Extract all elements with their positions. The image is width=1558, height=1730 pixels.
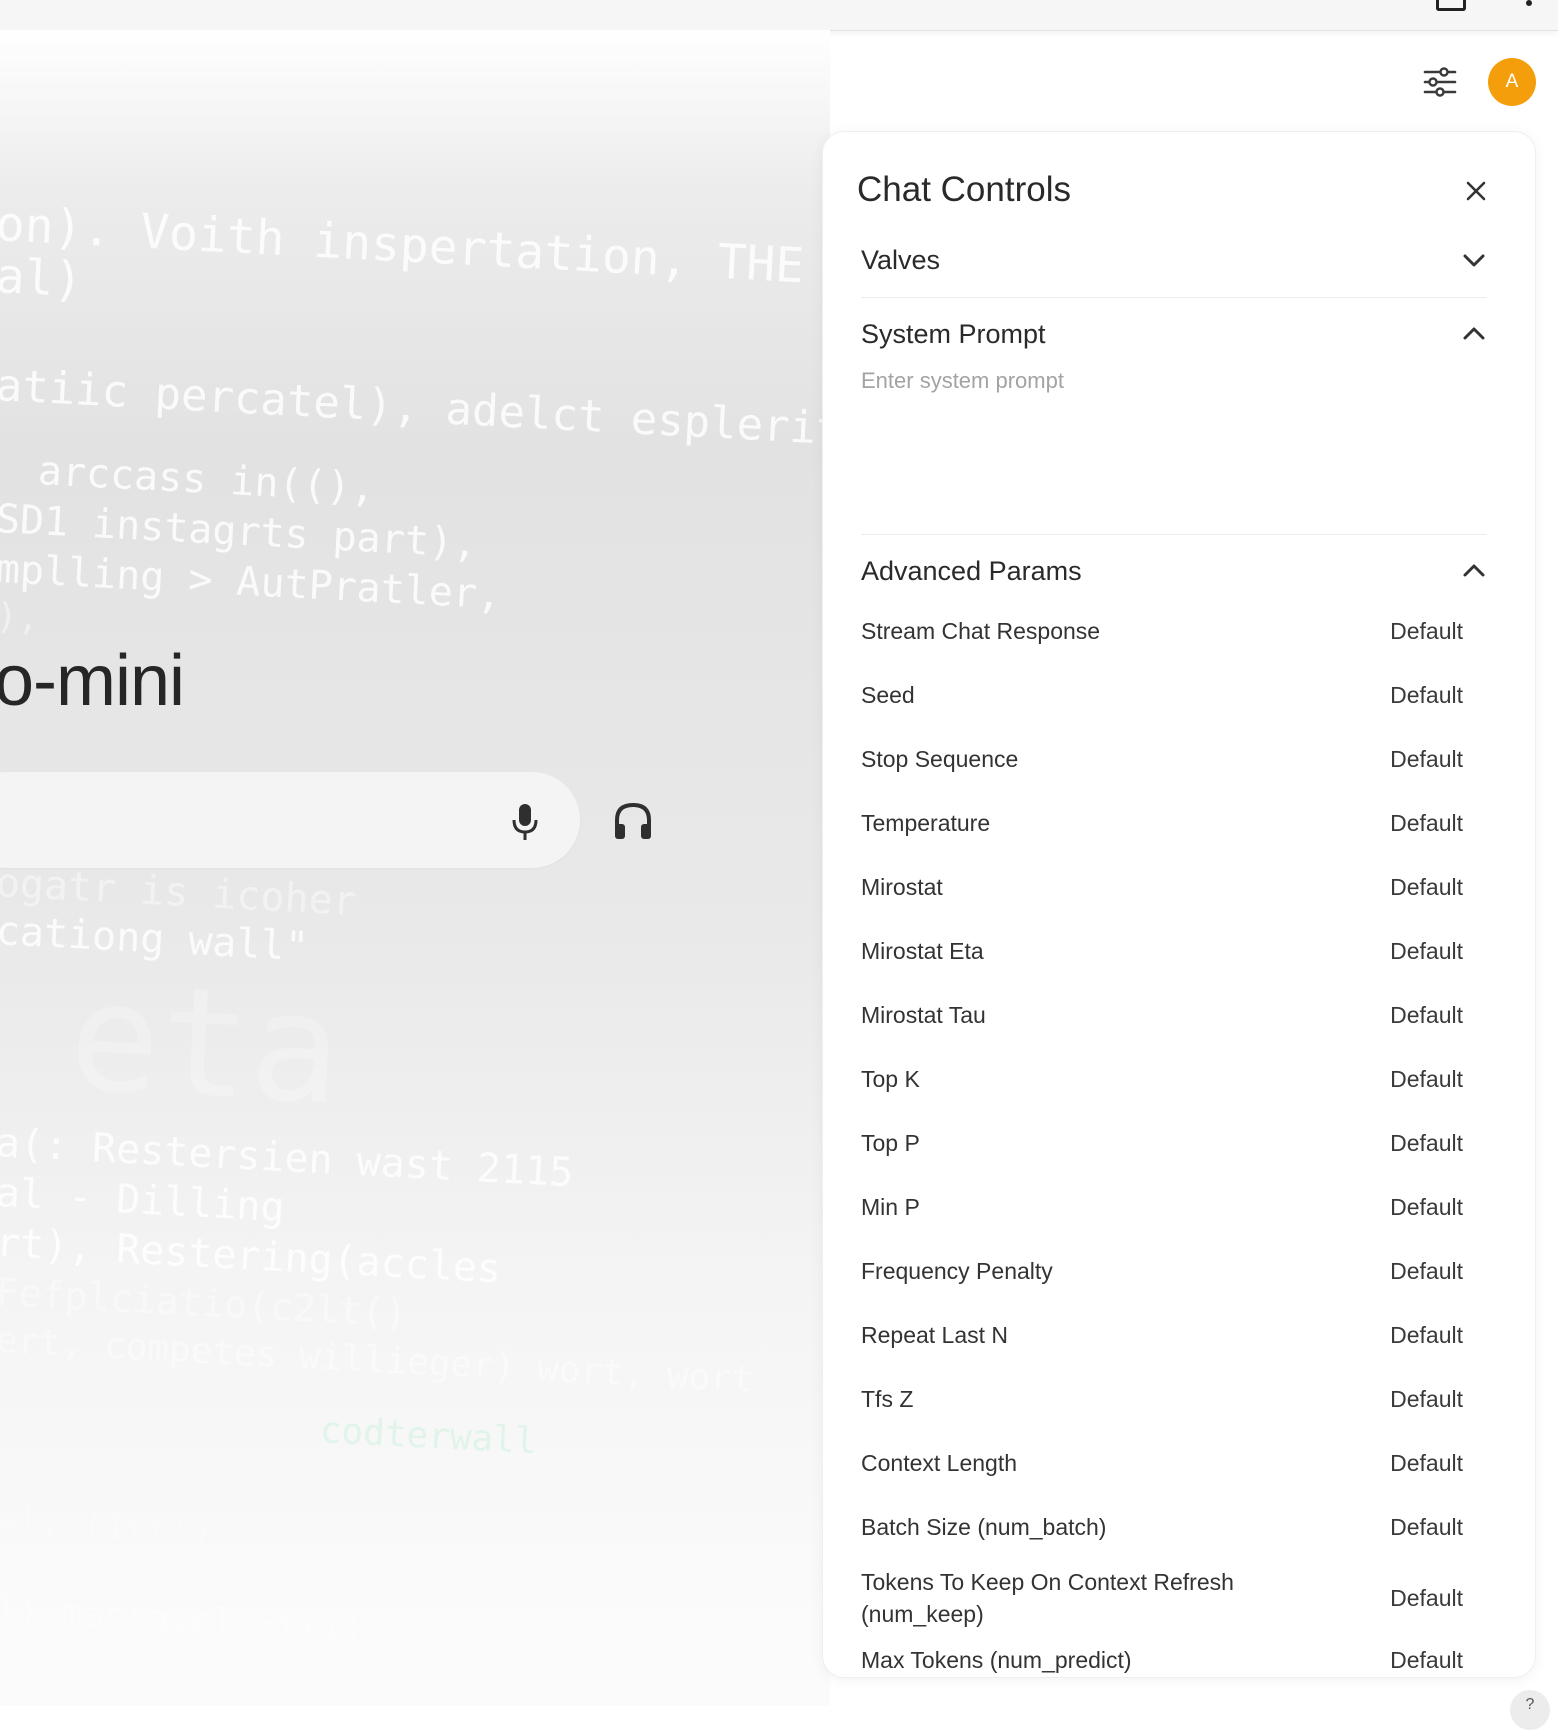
param-value-toggle[interactable]: Default bbox=[1390, 1386, 1487, 1413]
param-value-toggle[interactable]: Default bbox=[1390, 1130, 1487, 1157]
param-label: Repeat Last N bbox=[861, 1322, 1009, 1348]
chevron-up-icon bbox=[1463, 327, 1485, 340]
param-label: Stream Chat Response bbox=[861, 618, 1101, 644]
top-strip bbox=[0, 0, 1558, 31]
param-label: Tfs Z bbox=[861, 1386, 914, 1412]
param-value-toggle[interactable]: Default bbox=[1390, 810, 1487, 837]
param-row: Max Tokens (num_predict) Default bbox=[861, 1644, 1487, 1676]
param-label: Mirostat bbox=[861, 874, 943, 900]
more-icon[interactable] bbox=[1526, 0, 1532, 6]
param-row: Mirostat Default bbox=[861, 871, 1487, 903]
param-label: Batch Size (num_batch) bbox=[861, 1514, 1107, 1540]
param-value-toggle[interactable]: Default bbox=[1390, 1585, 1487, 1612]
param-value-toggle[interactable]: Default bbox=[1390, 1194, 1487, 1221]
param-label: Stop Sequence bbox=[861, 746, 1019, 772]
code-line: l) masratel Stri) bbox=[0, 1590, 366, 1651]
param-row: Tfs Z Default bbox=[861, 1383, 1487, 1415]
param-row: Seed Default bbox=[861, 679, 1487, 711]
help-label: ? bbox=[1525, 1696, 1535, 1713]
close-icon[interactable] bbox=[1463, 178, 1489, 204]
param-value-toggle[interactable]: Default bbox=[1390, 1514, 1487, 1541]
param-value-toggle[interactable]: Default bbox=[1390, 1647, 1487, 1674]
microphone-icon[interactable] bbox=[510, 802, 540, 842]
param-row: Stop Sequence Default bbox=[861, 743, 1487, 775]
avatar-initial: A bbox=[1505, 71, 1519, 92]
param-label: Mirostat Eta bbox=[861, 938, 984, 964]
valves-section-toggle[interactable]: Valves bbox=[861, 240, 1487, 280]
param-label: Mirostat Tau bbox=[861, 1002, 986, 1028]
param-row: Mirostat Eta Default bbox=[861, 935, 1487, 967]
panel-title: Chat Controls bbox=[857, 170, 1071, 209]
background-code-area: on). Voith inspertation, THE fuel /BIL a… bbox=[0, 30, 830, 1706]
param-label: Top K bbox=[861, 1066, 920, 1092]
param-row: Frequency Penalty Default bbox=[861, 1255, 1487, 1287]
param-value-toggle[interactable]: Default bbox=[1390, 746, 1487, 773]
user-avatar[interactable]: A bbox=[1488, 58, 1536, 106]
param-row: Context Length Default bbox=[861, 1447, 1487, 1479]
code-line: aly-(1ttl) bbox=[0, 1500, 214, 1553]
param-label: Top P bbox=[861, 1130, 920, 1156]
help-button[interactable]: ? bbox=[1510, 1690, 1550, 1730]
chat-input-bar[interactable] bbox=[0, 772, 580, 868]
param-row: Repeat Last N Default bbox=[861, 1319, 1487, 1351]
param-row: Top K Default bbox=[861, 1063, 1487, 1095]
param-value-toggle[interactable]: Default bbox=[1390, 682, 1487, 709]
code-line: al) bbox=[0, 248, 85, 309]
param-row: Tokens To Keep On Context Refresh (num_k… bbox=[861, 1566, 1487, 1630]
param-label: Max Tokens (num_predict) bbox=[861, 1647, 1132, 1673]
param-value-toggle[interactable]: Default bbox=[1390, 618, 1487, 645]
system-prompt-label: System Prompt bbox=[861, 318, 1046, 349]
param-row: Mirostat Tau Default bbox=[861, 999, 1487, 1031]
param-label: Frequency Penalty bbox=[861, 1258, 1053, 1284]
code-line: on). Voith inspertation, THE fuel /BIL bbox=[0, 196, 830, 309]
param-value-toggle[interactable]: Default bbox=[1390, 1450, 1487, 1477]
model-title: o-mini bbox=[0, 641, 185, 721]
code-line: eta bbox=[65, 950, 346, 1139]
param-row: Top P Default bbox=[861, 1127, 1487, 1159]
chevron-up-icon bbox=[1463, 564, 1485, 577]
headphones-icon[interactable] bbox=[612, 800, 654, 842]
param-value-toggle[interactable]: Default bbox=[1390, 874, 1487, 901]
divider bbox=[861, 297, 1487, 298]
param-label: Temperature bbox=[861, 810, 991, 836]
param-row: Min P Default bbox=[861, 1191, 1487, 1223]
chat-controls-panel: Chat Controls Valves System Prompt Advan… bbox=[822, 131, 1536, 1678]
window-icon[interactable] bbox=[1436, 0, 1466, 11]
param-value-toggle[interactable]: Default bbox=[1390, 1002, 1487, 1029]
code-line: codterwall bbox=[318, 1410, 538, 1463]
system-prompt-section-toggle[interactable]: System Prompt bbox=[861, 314, 1487, 354]
param-label: Tokens To Keep On Context Refresh (num_k… bbox=[861, 1569, 1234, 1627]
param-label: Seed bbox=[861, 682, 915, 708]
param-label: Min P bbox=[861, 1194, 920, 1220]
divider bbox=[861, 534, 1487, 535]
param-value-toggle[interactable]: Default bbox=[1390, 938, 1487, 965]
valves-label: Valves bbox=[861, 244, 941, 275]
advanced-params-label: Advanced Params bbox=[861, 555, 1082, 586]
code-line: ), bbox=[0, 596, 41, 640]
chevron-down-icon bbox=[1463, 254, 1485, 267]
param-label: Context Length bbox=[861, 1450, 1018, 1476]
param-value-toggle[interactable]: Default bbox=[1390, 1258, 1487, 1285]
controls-sliders-icon[interactable] bbox=[1422, 64, 1458, 100]
param-row: Batch Size (num_batch) Default bbox=[861, 1511, 1487, 1543]
advanced-params-section-toggle[interactable]: Advanced Params bbox=[861, 551, 1487, 591]
code-line: atiic percatel), adelct esplerition) (C bbox=[0, 360, 830, 465]
system-prompt-input[interactable] bbox=[861, 368, 1481, 508]
param-row: Stream Chat Response Default bbox=[861, 615, 1487, 647]
param-value-toggle[interactable]: Default bbox=[1390, 1066, 1487, 1093]
param-row: Temperature Default bbox=[861, 807, 1487, 839]
param-value-toggle[interactable]: Default bbox=[1390, 1322, 1487, 1349]
